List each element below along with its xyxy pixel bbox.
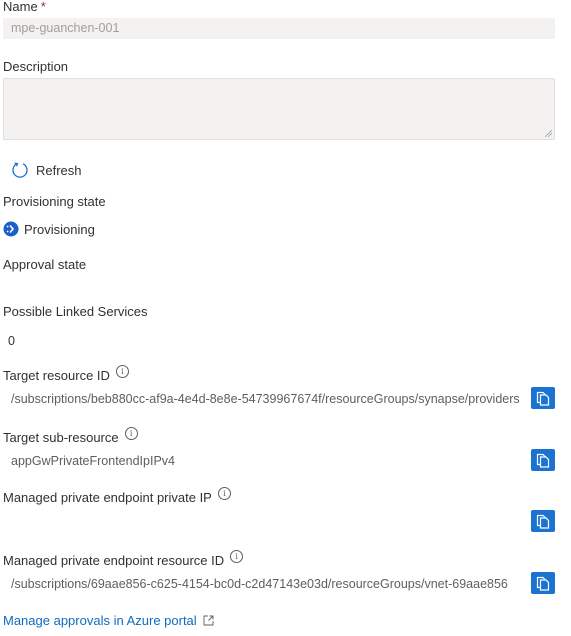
provisioning-status-icon [3, 221, 19, 237]
possible-linked-services-value: 0 [8, 334, 15, 348]
copy-icon [536, 576, 550, 591]
managed-pe-resource-id-label-text: Managed private endpoint resource ID [3, 553, 225, 568]
target-resource-id-value: /subscriptions/beb880cc-af9a-4e4d-8e8e-5… [11, 392, 519, 406]
copy-target-sub-resource-button[interactable] [531, 449, 555, 471]
approval-state-label: Approval state [3, 257, 87, 272]
resize-grip-icon[interactable] [544, 129, 552, 137]
description-textarea[interactable] [3, 78, 555, 140]
manage-approvals-link-text: Manage approvals in Azure portal [3, 613, 197, 628]
name-input[interactable]: mpe-guanchen-001 [3, 18, 555, 39]
target-resource-id-label-text: Target resource ID [3, 368, 110, 383]
copy-target-resource-id-button[interactable] [531, 387, 555, 409]
name-label-text: Name [3, 0, 38, 14]
copy-managed-pe-private-ip-button[interactable] [531, 510, 555, 532]
managed-pe-resource-id-label: Managed private endpoint resource ID i [3, 550, 244, 568]
managed-pe-private-ip-label-text: Managed private endpoint private IP [3, 490, 212, 505]
provisioning-state-text: Provisioning [24, 221, 95, 237]
managed-pe-private-ip-label: Managed private endpoint private IP i [3, 487, 231, 505]
target-resource-id-label: Target resource ID i [3, 365, 129, 383]
target-sub-resource-label-text: Target sub-resource [3, 430, 119, 445]
target-sub-resource-value: appGwPrivateFrontendIpIPv4 [11, 454, 175, 468]
info-icon[interactable]: i [217, 487, 231, 500]
possible-linked-services-label: Possible Linked Services [3, 304, 148, 319]
external-link-icon [203, 615, 214, 626]
description-label: Description [3, 59, 69, 74]
name-label: Name * [3, 0, 46, 14]
info-icon[interactable]: i [115, 365, 129, 378]
refresh-label: Refresh [36, 162, 82, 178]
copy-icon [536, 514, 550, 529]
info-icon[interactable]: i [230, 550, 244, 563]
provisioning-state-value: Provisioning [3, 221, 95, 237]
refresh-button[interactable]: Refresh [11, 161, 82, 179]
info-icon[interactable]: i [124, 427, 138, 440]
copy-icon [536, 453, 550, 468]
required-marker: * [40, 0, 46, 14]
copy-managed-pe-resource-id-button[interactable] [531, 572, 555, 594]
provisioning-state-label: Provisioning state [3, 194, 106, 209]
target-sub-resource-label: Target sub-resource i [3, 427, 138, 445]
copy-icon [536, 391, 550, 406]
managed-pe-resource-id-value: /subscriptions/69aae856-c625-4154-bc0d-c… [11, 577, 508, 591]
refresh-icon [12, 162, 28, 178]
manage-approvals-link[interactable]: Manage approvals in Azure portal [3, 613, 214, 628]
